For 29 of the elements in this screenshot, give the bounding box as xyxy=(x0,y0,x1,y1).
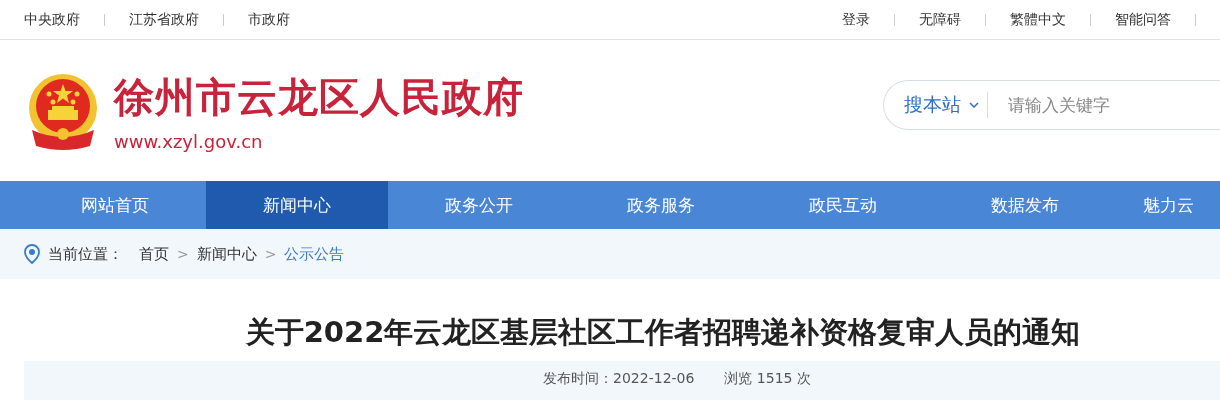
article-title: 关于2022年云龙区基层社区工作者招聘递补资格复审人员的通知 xyxy=(244,314,1082,351)
top-link[interactable]: 江苏省政府 xyxy=(129,10,199,29)
nav-tab[interactable]: 魅力云 xyxy=(1116,181,1220,229)
view-count: 浏览 1515 次 xyxy=(724,370,811,388)
top-link[interactable]: 登录 xyxy=(842,10,870,29)
nav-tab[interactable]: 数据发布 xyxy=(934,181,1116,229)
breadcrumb-link[interactable]: 公示公告 xyxy=(284,244,345,264)
top-link[interactable]: 无障碍 xyxy=(919,10,961,29)
site-url: www.xzyl.gov.cn xyxy=(114,130,264,152)
nav-tab[interactable]: 政民互动 xyxy=(752,181,934,229)
site-name: 徐州市云龙区人民政府 xyxy=(114,72,524,122)
search-scope-dropdown[interactable]: 搜本站 xyxy=(884,91,987,118)
location-icon xyxy=(24,244,40,264)
breadcrumb-link[interactable]: 首页 xyxy=(139,244,169,264)
nav-tab[interactable]: 新闻中心 xyxy=(206,181,388,229)
breadcrumb-link[interactable]: 新闻中心 xyxy=(196,244,257,264)
breadcrumb-separator: > xyxy=(177,246,189,262)
publish-date: 发布时间：2022-12-06 xyxy=(543,370,695,388)
emblem-icon xyxy=(26,71,100,150)
chevron-down-icon xyxy=(969,101,979,108)
top-link[interactable]: 市政府 xyxy=(248,10,290,29)
breadcrumb-label: 当前位置： xyxy=(48,244,123,264)
nav-tab[interactable]: 政务服务 xyxy=(570,181,752,229)
nav-tab[interactable]: 政务公开 xyxy=(388,181,570,229)
top-link[interactable]: 中央政府 xyxy=(24,10,80,29)
nav-tab[interactable]: 网站首页 xyxy=(24,181,206,229)
breadcrumb-separator: > xyxy=(264,246,277,262)
top-link[interactable]: 智能问答 xyxy=(1115,10,1171,29)
top-link[interactable]: 繁體中文 xyxy=(1010,10,1066,29)
